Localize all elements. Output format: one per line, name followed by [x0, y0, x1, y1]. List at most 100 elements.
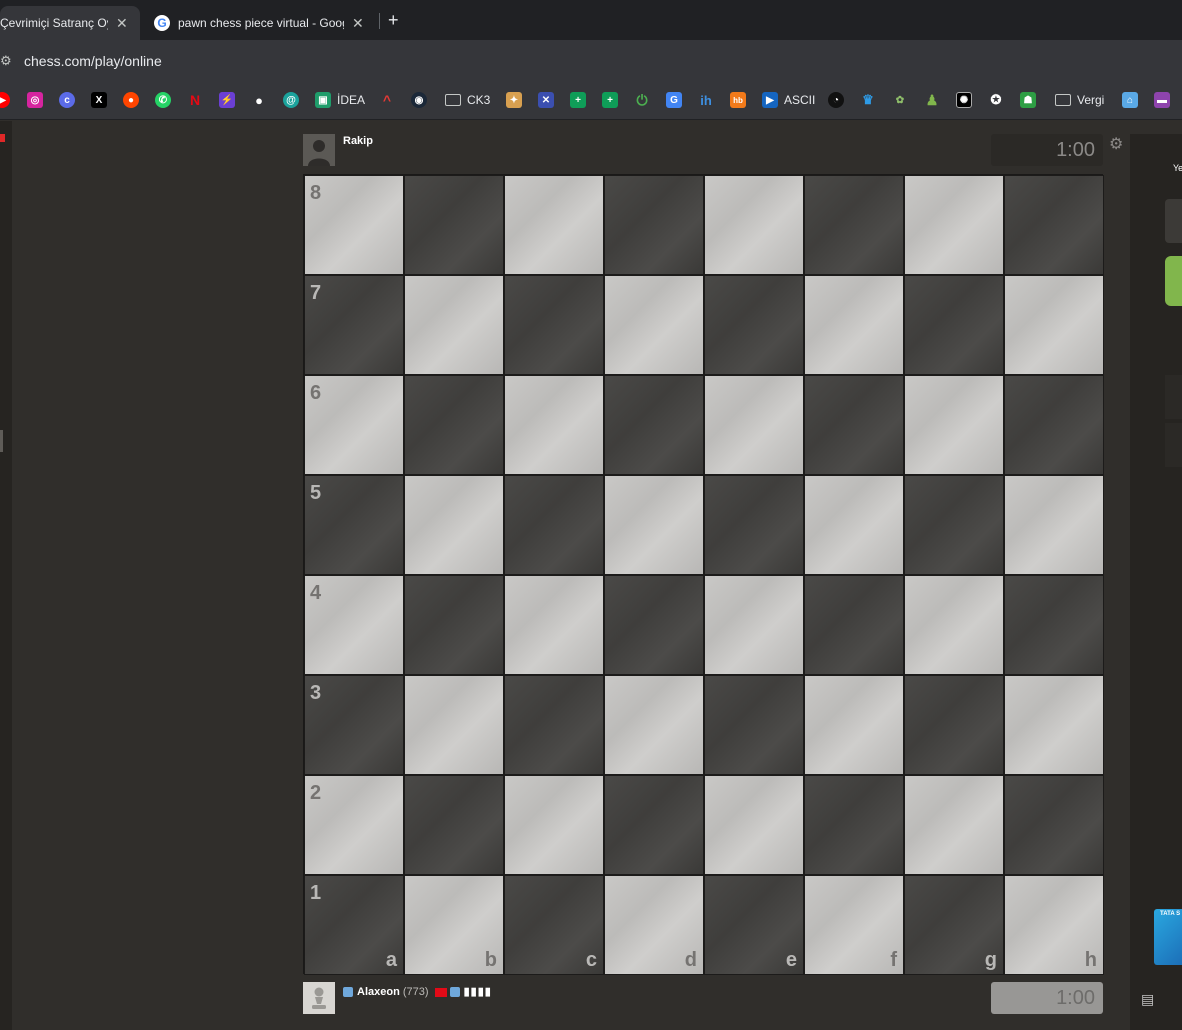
new-tab-button[interactable]: + — [388, 10, 399, 31]
bookmark-instagram[interactable]: ◎ — [27, 91, 43, 109]
time-control-select[interactable] — [1165, 199, 1182, 243]
bookmark-speed[interactable]: ◔ — [828, 91, 844, 109]
square-c3[interactable] — [504, 675, 604, 775]
square-f6[interactable] — [804, 375, 904, 475]
square-f7[interactable] — [804, 275, 904, 375]
bookmark-app[interactable]: ✦ — [506, 91, 522, 109]
square-h2[interactable] — [1004, 775, 1104, 875]
square-a5[interactable]: 5 — [304, 475, 404, 575]
sidebar-handle[interactable] — [0, 430, 3, 452]
square-e7[interactable] — [704, 275, 804, 375]
panel-option[interactable] — [1165, 423, 1182, 467]
bookmark-ascii[interactable]: ▶ ASCII — [762, 91, 815, 109]
square-c5[interactable] — [504, 475, 604, 575]
bookmark-app[interactable]: c — [59, 91, 75, 109]
square-d1[interactable]: d — [604, 875, 704, 975]
bookmark-openai[interactable]: ✪ — [988, 91, 1004, 109]
bookmark-sheets[interactable]: + — [602, 91, 618, 109]
bookmark-app[interactable]: ⌂ — [1122, 91, 1138, 109]
square-a4[interactable]: 4 — [304, 575, 404, 675]
url-field[interactable]: chess.com/play/online — [24, 53, 162, 69]
panel-option[interactable] — [1165, 375, 1182, 419]
close-icon[interactable]: ✕ — [116, 15, 128, 32]
square-h4[interactable] — [1004, 575, 1104, 675]
square-g8[interactable] — [904, 175, 1004, 275]
square-d3[interactable] — [604, 675, 704, 775]
square-d4[interactable] — [604, 575, 704, 675]
opponent-avatar[interactable] — [303, 134, 335, 166]
square-a7[interactable]: 7 — [304, 275, 404, 375]
tab-chess[interactable]: Çevrimiçi Satranç Oyna ✕ — [0, 6, 140, 40]
player-avatar[interactable] — [303, 982, 335, 1014]
bookmark-folder-ck3[interactable]: CK3 — [445, 91, 490, 109]
square-g3[interactable] — [904, 675, 1004, 775]
square-b7[interactable] — [404, 275, 504, 375]
bookmark-app[interactable]: ✺ — [956, 91, 972, 109]
bookmark-app[interactable]: ✕ — [538, 91, 554, 109]
bookmark-bolt[interactable]: ⚡ — [219, 91, 235, 109]
bookmark-android[interactable]: ☗ — [1020, 91, 1036, 109]
square-b1[interactable]: b — [404, 875, 504, 975]
bookmark-whatsapp[interactable]: ✆ — [155, 91, 171, 109]
bookmark-idea[interactable]: ▣ İDEA — [315, 91, 365, 109]
square-g2[interactable] — [904, 775, 1004, 875]
bookmark-app[interactable]: @ — [283, 91, 299, 109]
square-a2[interactable]: 2 — [304, 775, 404, 875]
bookmark-maps[interactable]: ● — [251, 91, 267, 109]
square-a6[interactable]: 6 — [304, 375, 404, 475]
square-e1[interactable]: e — [704, 875, 804, 975]
bookmark-youtube[interactable]: ▶ — [0, 91, 10, 109]
square-h3[interactable] — [1004, 675, 1104, 775]
square-h1[interactable]: h — [1004, 875, 1104, 975]
square-g4[interactable] — [904, 575, 1004, 675]
square-b5[interactable] — [404, 475, 504, 575]
close-icon[interactable]: ✕ — [352, 15, 364, 32]
bookmark-chess[interactable]: ♟ — [924, 91, 940, 109]
square-f5[interactable] — [804, 475, 904, 575]
square-h5[interactable] — [1004, 475, 1104, 575]
square-c8[interactable] — [504, 175, 604, 275]
square-c4[interactable] — [504, 575, 604, 675]
square-a8[interactable]: 8 — [304, 175, 404, 275]
square-e8[interactable] — [704, 175, 804, 275]
square-e6[interactable] — [704, 375, 804, 475]
bookmark-chevron[interactable]: ^ — [379, 91, 395, 109]
square-e2[interactable] — [704, 775, 804, 875]
bookmark-x[interactable]: X — [91, 91, 107, 109]
bookmark-power[interactable]: ⏻ — [634, 91, 650, 109]
bookmark-translate[interactable]: G — [666, 91, 682, 109]
square-e3[interactable] — [704, 675, 804, 775]
chat-icon[interactable]: ▤ — [1141, 991, 1154, 1008]
square-c2[interactable] — [504, 775, 604, 875]
bookmark-ih[interactable]: ih — [698, 91, 714, 109]
square-d8[interactable] — [604, 175, 704, 275]
square-c6[interactable] — [504, 375, 604, 475]
square-h6[interactable] — [1004, 375, 1104, 475]
bookmark-hb[interactable]: hb — [730, 91, 746, 109]
square-f2[interactable] — [804, 775, 904, 875]
square-g5[interactable] — [904, 475, 1004, 575]
bookmark-folder-vergi[interactable]: Vergi — [1055, 91, 1104, 109]
bookmark-netflix[interactable]: N — [187, 91, 203, 109]
square-f4[interactable] — [804, 575, 904, 675]
chess-board[interactable]: 87654321abcdefgh — [303, 174, 1104, 975]
square-e5[interactable] — [704, 475, 804, 575]
square-b3[interactable] — [404, 675, 504, 775]
square-b8[interactable] — [404, 175, 504, 275]
promo-banner[interactable] — [1154, 909, 1182, 965]
square-f3[interactable] — [804, 675, 904, 775]
bookmark-app[interactable]: ▬ — [1154, 91, 1170, 109]
bookmark-steam[interactable]: ◉ — [411, 91, 427, 109]
bookmark-reddit[interactable]: ● — [123, 91, 139, 109]
bookmark-crown[interactable]: ♛ — [860, 91, 876, 109]
square-e4[interactable] — [704, 575, 804, 675]
square-a3[interactable]: 3 — [304, 675, 404, 775]
square-f1[interactable]: f — [804, 875, 904, 975]
square-f8[interactable] — [804, 175, 904, 275]
square-d2[interactable] — [604, 775, 704, 875]
square-h7[interactable] — [1004, 275, 1104, 375]
square-a1[interactable]: 1a — [304, 875, 404, 975]
site-info-icon[interactable]: ⚙ — [0, 53, 12, 69]
square-b2[interactable] — [404, 775, 504, 875]
square-g1[interactable]: g — [904, 875, 1004, 975]
